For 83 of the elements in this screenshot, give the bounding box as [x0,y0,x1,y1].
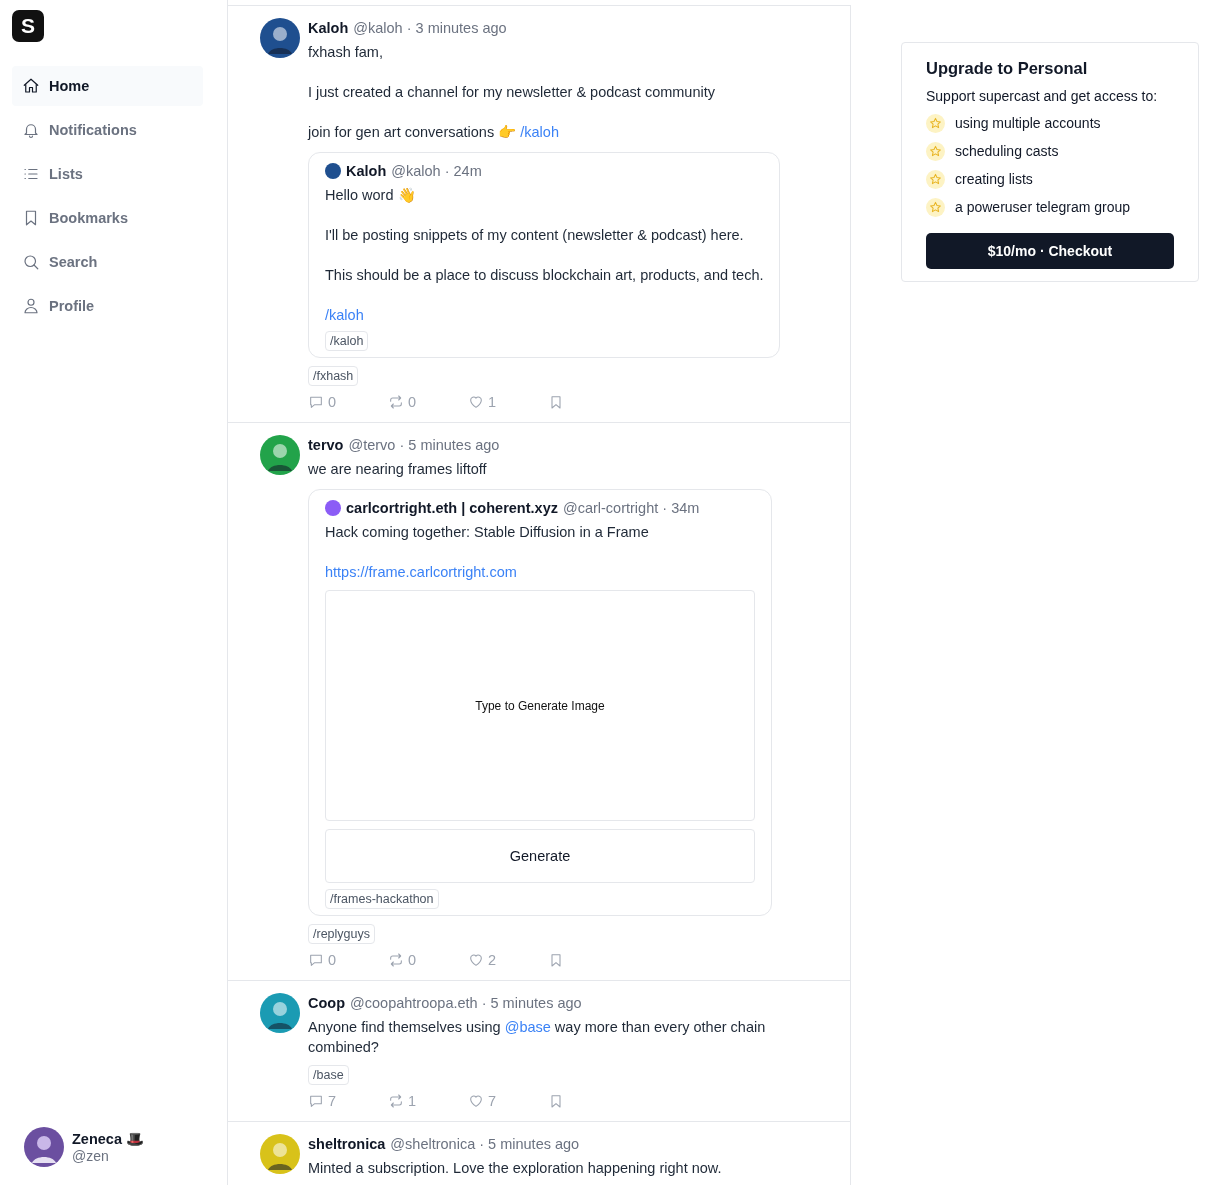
reply-button[interactable]: 7 [308,1091,388,1111]
author-name[interactable]: Kaloh [308,18,349,38]
generate-button[interactable]: Generate [325,829,755,883]
user-icon [22,297,40,315]
channel-tag[interactable]: /replyguys [308,924,375,944]
like-button[interactable]: 7 [468,1091,548,1111]
author-name[interactable]: carlcortright.eth | coherent.xyz [346,498,558,518]
post-text: Anyone find themselves using @base way more than every other chain combined? [308,1018,767,1057]
bookmark-icon [548,394,564,410]
comment-icon [308,952,324,968]
author-name[interactable]: sheltronica [308,1134,386,1154]
bell-icon [22,121,40,139]
feature-text: a poweruser telegram group [955,198,1131,217]
feature-text: using multiple accounts [955,114,1101,133]
author-name[interactable]: tervo [308,435,344,455]
post-text: I just created a channel for my newsletter & podcast community [308,83,715,102]
post-meta: @kaloh · 24m [391,162,482,181]
channel-tag[interactable]: /kaloh [325,331,369,351]
card-title: Upgrade to Personal [926,58,1089,79]
frame-image-text: Type to Generate Image [475,698,605,713]
post-meta: @sheltronica · 5 minutes ago [390,1135,580,1154]
post-link[interactable]: @base [504,1019,551,1035]
post-text: we are nearing frames liftoff [308,460,487,479]
post-link[interactable]: /kaloh [520,124,559,140]
avatar[interactable] [260,1134,300,1174]
quoted-post[interactable]: Kaloh @kaloh · 24m Hello word 👋 I'll be posting snippets of my content (newsletter & podcast) here. This should be a place to discuss blockchain art, products, and tech. /kaloh /kaloh [308,152,781,358]
avatar[interactable] [260,435,300,475]
reply-button[interactable]: 0 [308,950,388,970]
post-meta: @carl-cortright · 34m [562,499,700,518]
bookmark-icon [548,952,564,968]
comment-icon [308,394,324,410]
post-text: Hack coming together: Stable Diffusion in a Frame [325,523,649,542]
recast-button[interactable]: 1 [388,1091,468,1111]
checkout-button[interactable]: $10/mo · Checkout [926,233,1174,269]
recast-icon [388,1093,404,1109]
author-name[interactable]: Kaloh [346,161,387,181]
recast-button[interactable]: 0 [388,950,468,970]
recast-button[interactable]: 0 [388,392,468,412]
nav-item[interactable]: Lists [12,154,203,194]
recast-icon [388,394,404,410]
heart-icon [468,952,484,968]
comment-icon [308,1093,324,1109]
post-meta: @tervo · 5 minutes ago [348,436,500,455]
recast-icon [388,952,404,968]
feature-text: creating lists [955,170,1033,189]
nav-item[interactable]: Notifications [12,110,203,150]
nav-item[interactable]: Search [12,242,203,282]
search-icon [22,253,40,271]
post-text: I'll be posting snippets of my content (newsletter & podcast) here. [325,226,745,245]
post-text: join for gen art conversations 👉 /kaloh [308,123,560,142]
author-name[interactable]: Coop [308,993,346,1013]
post-meta: @coopahtroopa.eth · 5 minutes ago [350,994,582,1013]
user-name: Zeneca 🎩 [72,1130,144,1148]
avatar [325,500,341,516]
post-text: This should be a place to discuss blockchain art, products, and tech. [325,266,764,285]
home-icon [22,77,40,95]
nav-item[interactable]: Home [12,66,203,106]
reply-button[interactable]: 0 [308,392,388,412]
heart-icon [468,1093,484,1109]
heart-icon [468,394,484,410]
channel-tag[interactable]: /fxhash [308,366,359,386]
bookmark-icon [548,1093,564,1109]
post-text: Minted a subscription. Love the exploration happening right now. [308,1159,722,1178]
nav-item[interactable]: Bookmarks [12,198,203,238]
post-link[interactable]: https://frame.carlcortright.com [325,564,517,580]
avatar [325,163,341,179]
user-handle: @zen [72,1147,110,1164]
post-text: Hello word 👋 [325,186,417,205]
card-subtitle: Support supercast and get access to: [926,87,1159,105]
nav-item[interactable]: Profile [12,286,203,326]
avatar[interactable] [260,18,300,58]
post-link[interactable]: /kaloh [325,307,364,323]
channel-tag[interactable]: /base [308,1065,349,1085]
avatar[interactable] [24,1127,64,1167]
app-logo[interactable]: S [12,10,44,42]
post-text: fxhash fam, [308,43,384,62]
like-button[interactable]: 2 [468,950,548,970]
post-meta: @kaloh · 3 minutes ago [353,19,507,38]
like-button[interactable]: 1 [468,392,548,412]
feature-text: scheduling casts [955,142,1059,161]
quoted-post[interactable]: carlcortright.eth | coherent.xyz @carl-cortright · 34m Hack coming together: Stable Diffusion in a Frame https://frame.carlcortright.com Type to Generate Image Generate /frames-hackathon [308,489,772,916]
channel-tag[interactable]: /frames-hackathon [325,889,439,909]
avatar[interactable] [260,993,300,1033]
